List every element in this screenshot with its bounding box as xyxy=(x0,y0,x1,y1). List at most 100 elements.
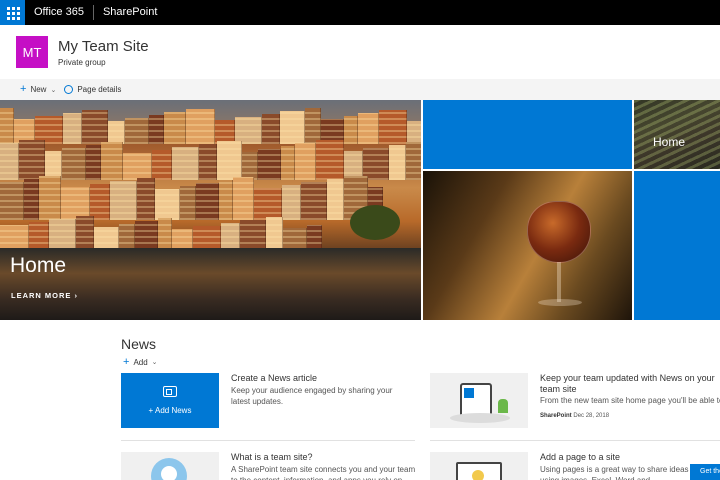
hero-tile-label: Home xyxy=(653,135,686,149)
building-shape xyxy=(19,140,45,180)
building-shape xyxy=(235,117,262,144)
hero-title: Home xyxy=(10,254,67,277)
hero-tile-blue-bottom[interactable] xyxy=(634,171,720,320)
news-item-thumbnail[interactable] xyxy=(430,452,528,480)
building-shape xyxy=(358,113,379,144)
news-item-description: From the new team site home page you'll … xyxy=(540,396,720,405)
building-shape xyxy=(258,149,281,180)
hero-section: Home LEARN MORE › Home xyxy=(0,100,720,320)
building-shape xyxy=(135,221,158,250)
building-shape xyxy=(172,147,199,180)
building-shape xyxy=(180,186,196,220)
chevron-right-icon: › xyxy=(74,291,79,300)
building-shape xyxy=(152,150,172,180)
news-item-title[interactable]: Create a News article xyxy=(231,373,317,383)
building-shape xyxy=(125,118,149,144)
building-shape xyxy=(262,114,280,144)
building-shape xyxy=(254,188,282,220)
building-shape xyxy=(193,226,221,250)
building-shape xyxy=(63,113,82,144)
building-shape xyxy=(39,176,61,220)
sharepoint-link[interactable]: SharePoint xyxy=(94,0,166,25)
news-item-title[interactable]: Keep your team updated with News on your… xyxy=(540,373,715,395)
building-shape xyxy=(0,108,14,144)
hero-main-tile[interactable]: Home LEARN MORE › xyxy=(0,100,421,320)
building-shape xyxy=(266,217,283,250)
site-header: MT My Team Site Private group xyxy=(0,25,720,79)
building-shape xyxy=(82,110,108,144)
page-details-button[interactable]: Page details xyxy=(64,85,121,94)
building-shape xyxy=(305,108,321,144)
site-title[interactable]: My Team Site xyxy=(58,38,149,55)
building-shape xyxy=(219,180,233,220)
get-app-button[interactable]: Get the xyxy=(690,464,720,480)
building-shape xyxy=(196,183,219,220)
news-add-label: Add xyxy=(133,357,148,367)
gear-icon xyxy=(64,85,74,94)
building-shape xyxy=(344,116,358,144)
building-shape xyxy=(123,153,152,180)
hero-tile-blue-top[interactable] xyxy=(423,100,632,169)
news-item-description: Using pages is a great way to share idea… xyxy=(540,465,689,480)
plus-icon: + xyxy=(123,356,130,368)
building-shape xyxy=(0,182,24,220)
building-shape xyxy=(86,145,101,180)
building-shape xyxy=(110,181,137,220)
shadow-illustration xyxy=(450,413,510,423)
hero-tile-vineyard[interactable]: Home xyxy=(634,100,720,169)
globe-center xyxy=(161,466,177,480)
news-item-thumbnail[interactable] xyxy=(121,452,219,480)
add-news-card[interactable]: + Add News xyxy=(121,373,219,428)
building-shape xyxy=(158,218,172,250)
chevron-down-icon: ⌄ xyxy=(151,359,158,366)
news-item-description: Keep your audience engaged by sharing yo… xyxy=(231,386,393,406)
building-shape xyxy=(62,148,86,180)
building-shape xyxy=(221,223,240,250)
wine-glass-stem xyxy=(557,262,561,302)
building-shape xyxy=(149,115,164,144)
building-shape xyxy=(327,179,344,220)
building-shape xyxy=(172,229,193,250)
building-shape xyxy=(301,182,327,220)
building-shape xyxy=(316,140,344,180)
news-add-button[interactable]: + Add ⌄ xyxy=(123,356,158,368)
page-details-label: Page details xyxy=(77,85,122,94)
tablet-screen-block xyxy=(464,388,474,398)
building-shape xyxy=(407,121,421,144)
building-shape xyxy=(119,224,135,250)
news-icon xyxy=(163,386,177,397)
add-news-label: + Add News xyxy=(148,406,192,415)
news-item-thumbnail[interactable] xyxy=(430,373,528,428)
building-shape xyxy=(283,228,307,250)
site-logo[interactable]: MT xyxy=(16,36,48,68)
building-shape xyxy=(379,110,407,144)
building-shape xyxy=(242,152,258,180)
building-shape xyxy=(186,109,215,144)
building-shape xyxy=(29,222,49,250)
command-bar: + New ⌄ Page details xyxy=(0,79,720,100)
chevron-down-icon: ⌄ xyxy=(50,86,57,94)
app-launcher-icon[interactable] xyxy=(0,0,25,25)
new-button[interactable]: + New ⌄ xyxy=(20,84,56,95)
learn-more-label: LEARN MORE xyxy=(11,291,72,300)
news-item-meta: SharePoint Dec 28, 2018 xyxy=(540,413,610,419)
building-shape xyxy=(217,141,242,180)
building-shape xyxy=(199,144,217,180)
building-shape xyxy=(155,189,180,220)
wine-glass-image xyxy=(527,201,591,263)
news-item-title[interactable]: What is a team site? xyxy=(231,452,313,462)
news-item-title[interactable]: Add a page to a site xyxy=(540,452,620,462)
chart-illustration xyxy=(472,470,484,480)
building-shape xyxy=(94,227,119,250)
divider xyxy=(121,440,415,441)
building-shape xyxy=(295,143,316,180)
office365-link[interactable]: Office 365 xyxy=(25,0,93,25)
plus-icon: + xyxy=(20,83,27,95)
divider xyxy=(430,440,720,441)
plant-illustration xyxy=(498,399,508,413)
building-shape xyxy=(307,225,322,250)
hero-tile-wine[interactable] xyxy=(423,171,632,320)
building-shape xyxy=(49,219,76,250)
site-privacy-label: Private group xyxy=(58,58,106,67)
learn-more-link[interactable]: LEARN MORE › xyxy=(11,291,78,300)
